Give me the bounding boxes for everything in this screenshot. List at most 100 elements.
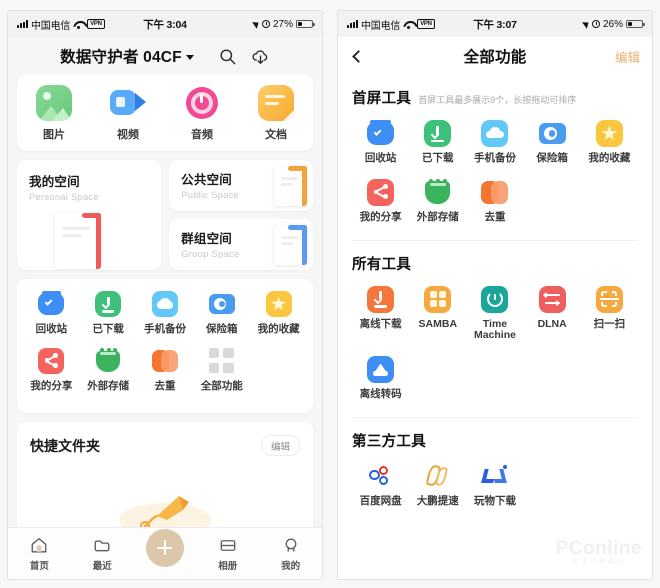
tool-item[interactable]: 外部存储 [409,178,466,224]
phone-backup-icon [151,291,178,317]
safe-box-icon [208,291,235,317]
section-2: 所有工具 离线下载 SAMBA Time Machine DLNA 扫一扫 离线转码 [338,253,652,415]
tool-item[interactable]: 我的收藏 [581,120,638,165]
section-3: 第三方工具 百度网盘 大鹏提速 玩物下载 [338,430,652,522]
section-divider [352,239,638,241]
tool-item[interactable]: 回收站 [352,120,409,165]
tool-label: 去重 [484,210,506,223]
tab-album[interactable]: 相册 [196,536,259,572]
edit-button[interactable]: 编辑 [615,47,640,66]
battery-icon [626,19,645,29]
chevron-down-icon [185,55,194,61]
folder-illustration [55,213,101,269]
bottom-tab-bar: 首页 最近 相册 我的 [8,527,322,579]
add-icon[interactable] [145,528,184,567]
wanwu-download-icon [481,463,508,490]
tool-item[interactable]: 去重 [137,348,194,392]
category-videos[interactable]: 视频 [91,85,165,142]
tool-label: 我的分享 [30,380,73,393]
tab-label: 相册 [218,560,238,572]
tool-item[interactable]: DLNA [524,285,581,343]
space-title: 我的空间 [29,175,80,189]
dedupe-icon [151,348,178,374]
category-label: 音频 [191,129,213,141]
section-subtitle: 首屏工具最多展示9个，长按拖动可排序 [418,95,577,105]
tool-label: 大鹏提速 [416,494,459,507]
tool-item[interactable]: 百度网盘 [352,463,409,508]
tool-item[interactable]: 玩物下载 [466,463,523,508]
clock-label: 下午 3:04 [143,18,187,31]
personal-space-card[interactable]: 我的空间 Personal Space [17,160,162,270]
tool-item[interactable]: 离线转码 [352,356,409,401]
dapeng-speedup-icon [424,463,451,490]
tool-item[interactable]: 保险箱 [193,291,250,335]
tool-item[interactable]: 扫一扫 [581,285,638,343]
public-space-card[interactable]: 公共空间 Public Space [169,160,313,211]
tool-label: 离线转码 [359,388,402,400]
dlna-icon [538,285,566,313]
favorites-icon [595,120,623,147]
tool-item[interactable]: 手机备份 [137,291,194,335]
tool-item[interactable]: 大鹏提速 [409,463,466,508]
tool-item[interactable]: Time Machine [466,285,523,343]
quick-folder-card: 快捷文件夹 编辑 [17,422,313,541]
tool-item[interactable]: 已下载 [409,120,466,165]
right-phone-screen: 中国电信 VPN 下午 3:07 26% 全部功能 编辑 首屏工具 首屏工具最多展… [330,0,660,588]
tool-item[interactable]: 我的分享 [23,348,80,392]
tab-add[interactable] [134,528,197,573]
left-phone-screen: 中国电信 VPN 下午 3:04 27% 数据守护者 04CF 图片 视频 音频… [0,0,330,588]
tool-label: 全部功能 [200,380,243,393]
tab-home[interactable]: 首页 [8,536,71,572]
tab-profile[interactable]: 我的 [259,536,322,572]
tab-label: 最近 [92,560,112,572]
cloud-download-icon[interactable] [251,47,270,66]
scan-icon [595,285,623,313]
tool-label: 外部存储 [416,210,459,223]
recent-folder-icon [94,539,110,551]
tool-item[interactable]: 外部存储 [80,348,137,392]
category-audio[interactable]: 音频 [165,85,239,142]
tool-item[interactable]: 我的收藏 [250,291,307,335]
clock-label: 下午 3:07 [473,18,517,31]
watermark: PConline 太平洋电脑网 [555,538,642,565]
external-storage-icon [95,348,121,374]
tool-item[interactable]: 离线下载 [352,285,409,343]
tool-item[interactable]: 保险箱 [524,120,581,165]
offline-transcode-icon [367,356,395,383]
category-label: 文档 [265,129,287,141]
top-nav-bar: 全部功能 编辑 [338,37,652,75]
tool-label: 已下载 [422,152,454,164]
picture-icon [36,85,72,121]
tool-item[interactable]: 去重 [466,179,523,224]
my-share-icon [38,348,65,375]
tool-item[interactable]: 已下载 [80,291,137,335]
tool-item[interactable]: 回收站 [23,291,80,335]
tool-label: 回收站 [364,152,397,164]
tool-label: 保险箱 [206,323,238,335]
dual-screenshot: 中国电信 VPN 下午 3:04 27% 数据守护者 04CF 图片 视频 音频… [0,0,660,588]
search-icon[interactable] [218,47,237,66]
status-bar: 中国电信 VPN 下午 3:07 26% [338,11,652,37]
device-title-button[interactable]: 数据守护者 04CF [60,45,194,67]
category-documents[interactable]: 文档 [239,85,313,142]
tool-label: 手机备份 [473,152,516,164]
tool-item[interactable]: SAMBA [409,285,466,343]
favorites-icon [265,291,292,317]
video-icon [110,85,146,121]
tool-label: 我的分享 [359,210,402,223]
tab-recent[interactable]: 最近 [71,536,134,572]
file-category-card: 图片 视频 音频 文档 [17,75,313,151]
category-pictures[interactable]: 图片 [17,85,91,142]
quick-folder-edit-button[interactable]: 编辑 [260,435,300,457]
alarm-icon [591,20,600,28]
folder-illustration [274,225,307,265]
group-space-card[interactable]: 群组空间 Group Space [169,219,313,270]
downloaded-icon [424,120,452,147]
tool-item[interactable]: 手机备份 [466,120,523,165]
tool-label: Time Machine [473,317,516,342]
tool-item[interactable]: 我的分享 [352,178,409,224]
tool-item[interactable]: 全部功能 [193,348,250,392]
tab-label: 我的 [281,560,301,572]
dedupe-icon [481,179,509,206]
tab-label: 首页 [29,560,49,572]
